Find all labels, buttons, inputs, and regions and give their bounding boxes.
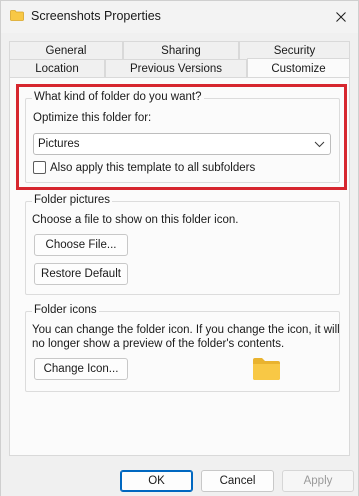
close-icon <box>336 12 346 22</box>
highlight-box <box>16 84 347 190</box>
folder-icon <box>10 10 24 21</box>
folder-preview-icon <box>253 358 280 380</box>
tab-location[interactable]: Location <box>9 59 105 78</box>
group-legend: Folder pictures <box>32 194 113 206</box>
tab-customize[interactable]: Customize <box>247 58 350 78</box>
apply-button[interactable]: Apply <box>282 470 354 492</box>
button-label: Cancel <box>219 475 256 487</box>
group-legend: Folder icons <box>32 304 99 316</box>
button-label: Choose File... <box>45 239 117 251</box>
ok-button[interactable]: OK <box>120 470 193 492</box>
tab-label: General <box>45 45 87 57</box>
tab-label: Security <box>273 45 316 57</box>
cancel-button[interactable]: Cancel <box>201 470 274 492</box>
button-label: Restore Default <box>41 268 121 280</box>
tab-label: Location <box>35 63 79 75</box>
button-label: Change Icon... <box>43 363 119 375</box>
tab-label: Customize <box>271 62 326 75</box>
title-bar[interactable]: Screenshots Properties <box>1 1 358 33</box>
properties-window: Screenshots Properties General Sharing S… <box>0 0 359 496</box>
tabs-front-row: Location Previous Versions Customize <box>9 58 350 78</box>
change-icon-button[interactable]: Change Icon... <box>34 358 128 380</box>
tab-sharing[interactable]: Sharing <box>123 41 239 60</box>
folder-icons-description-line1: You can change the folder icon. If you c… <box>32 324 340 336</box>
window-title: Screenshots Properties <box>31 9 161 23</box>
tab-previous-versions[interactable]: Previous Versions <box>105 59 247 78</box>
button-label: Apply <box>303 475 333 487</box>
folder-icons-description-line2: no longer show a preview of the folder's… <box>32 338 285 350</box>
close-button[interactable] <box>324 1 358 33</box>
tab-general[interactable]: General <box>9 41 123 60</box>
folder-pictures-description: Choose a file to show on this folder ico… <box>32 214 239 226</box>
choose-file-button[interactable]: Choose File... <box>34 234 128 256</box>
tab-label: Sharing <box>161 45 201 57</box>
button-label: OK <box>148 475 165 487</box>
restore-default-button[interactable]: Restore Default <box>34 263 128 285</box>
tab-label: Previous Versions <box>129 63 223 75</box>
